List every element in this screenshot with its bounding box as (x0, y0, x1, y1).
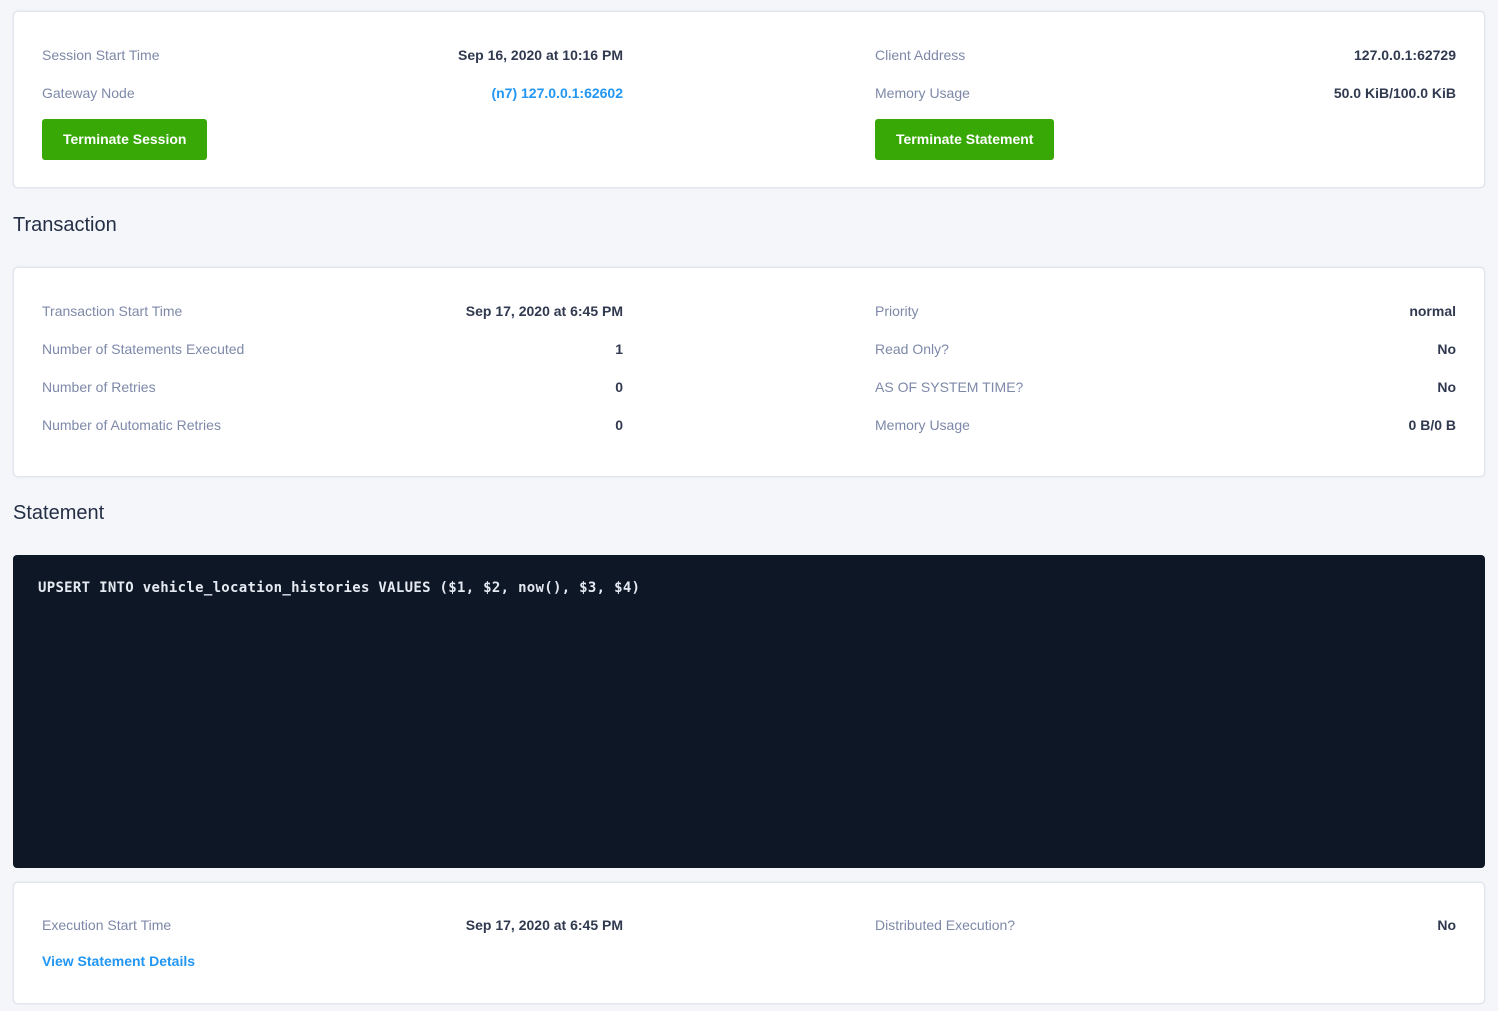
client-address-value: 127.0.0.1:62729 (1354, 47, 1456, 63)
gateway-node-label: Gateway Node (42, 85, 135, 101)
client-address-label: Client Address (875, 47, 965, 63)
execution-start-time-row: Execution Start Time Sep 17, 2020 at 6:4… (42, 907, 623, 943)
transaction-card-right-column: Priority normal Read Only? No AS OF SYST… (875, 292, 1456, 444)
execution-start-time-label: Execution Start Time (42, 917, 171, 933)
read-only-value: No (1437, 341, 1456, 357)
gateway-node-row: Gateway Node (n7) 127.0.0.1:62602 (42, 74, 623, 112)
as-of-system-time-row: AS OF SYSTEM TIME? No (875, 368, 1456, 406)
distributed-execution-label: Distributed Execution? (875, 917, 1015, 933)
read-only-row: Read Only? No (875, 330, 1456, 368)
session-memory-usage-row: Memory Usage 50.0 KiB/100.0 KiB (875, 74, 1456, 112)
transaction-memory-usage-value: 0 B/0 B (1409, 417, 1456, 433)
statement-section-heading: Statement (13, 502, 1485, 525)
retries-value: 0 (615, 379, 623, 395)
priority-label: Priority (875, 303, 919, 319)
distributed-execution-value: No (1437, 917, 1456, 933)
session-start-time-label: Session Start Time (42, 47, 160, 63)
transaction-card-left-column: Transaction Start Time Sep 17, 2020 at 6… (42, 292, 623, 444)
terminate-session-button[interactable]: Terminate Session (42, 119, 207, 160)
gateway-node-link[interactable]: (n7) 127.0.0.1:62602 (491, 85, 623, 101)
session-summary-card: Session Start Time Sep 16, 2020 at 10:16… (13, 11, 1485, 188)
session-card-left-column: Session Start Time Sep 16, 2020 at 10:16… (42, 36, 623, 160)
transaction-card: Transaction Start Time Sep 17, 2020 at 6… (13, 267, 1485, 477)
automatic-retries-label: Number of Automatic Retries (42, 417, 221, 433)
as-of-system-time-label: AS OF SYSTEM TIME? (875, 379, 1023, 395)
session-memory-usage-value: 50.0 KiB/100.0 KiB (1334, 85, 1456, 101)
as-of-system-time-value: No (1437, 379, 1456, 395)
sql-statement-text: UPSERT INTO vehicle_location_histories V… (38, 580, 1460, 596)
transaction-start-time-value: Sep 17, 2020 at 6:45 PM (466, 303, 623, 319)
transaction-start-time-row: Transaction Start Time Sep 17, 2020 at 6… (42, 292, 623, 330)
priority-value: normal (1409, 303, 1456, 319)
transaction-memory-usage-label: Memory Usage (875, 417, 970, 433)
session-memory-usage-label: Memory Usage (875, 85, 970, 101)
sql-statement-box: UPSERT INTO vehicle_location_histories V… (13, 555, 1485, 868)
execution-card-right-column: Distributed Execution? No (875, 907, 1456, 973)
automatic-retries-row: Number of Automatic Retries 0 (42, 406, 623, 444)
statements-executed-value: 1 (615, 341, 623, 357)
read-only-label: Read Only? (875, 341, 949, 357)
session-card-right-column: Client Address 127.0.0.1:62729 Memory Us… (875, 36, 1456, 160)
client-address-row: Client Address 127.0.0.1:62729 (875, 36, 1456, 74)
statements-executed-row: Number of Statements Executed 1 (42, 330, 623, 368)
statements-executed-label: Number of Statements Executed (42, 341, 244, 357)
transaction-section-heading: Transaction (13, 214, 1485, 237)
session-start-time-value: Sep 16, 2020 at 10:16 PM (458, 47, 623, 63)
execution-card-left-column: Execution Start Time Sep 17, 2020 at 6:4… (42, 907, 623, 973)
retries-label: Number of Retries (42, 379, 156, 395)
view-statement-details-link[interactable]: View Statement Details (42, 953, 195, 969)
distributed-execution-row: Distributed Execution? No (875, 907, 1456, 943)
priority-row: Priority normal (875, 292, 1456, 330)
terminate-statement-button[interactable]: Terminate Statement (875, 119, 1054, 160)
transaction-memory-usage-row: Memory Usage 0 B/0 B (875, 406, 1456, 444)
retries-row: Number of Retries 0 (42, 368, 623, 406)
session-start-time-row: Session Start Time Sep 16, 2020 at 10:16… (42, 36, 623, 74)
statement-execution-card: Execution Start Time Sep 17, 2020 at 6:4… (13, 882, 1485, 1004)
execution-start-time-value: Sep 17, 2020 at 6:45 PM (466, 917, 623, 933)
view-statement-details-row: View Statement Details (42, 949, 623, 973)
automatic-retries-value: 0 (615, 417, 623, 433)
transaction-start-time-label: Transaction Start Time (42, 303, 182, 319)
